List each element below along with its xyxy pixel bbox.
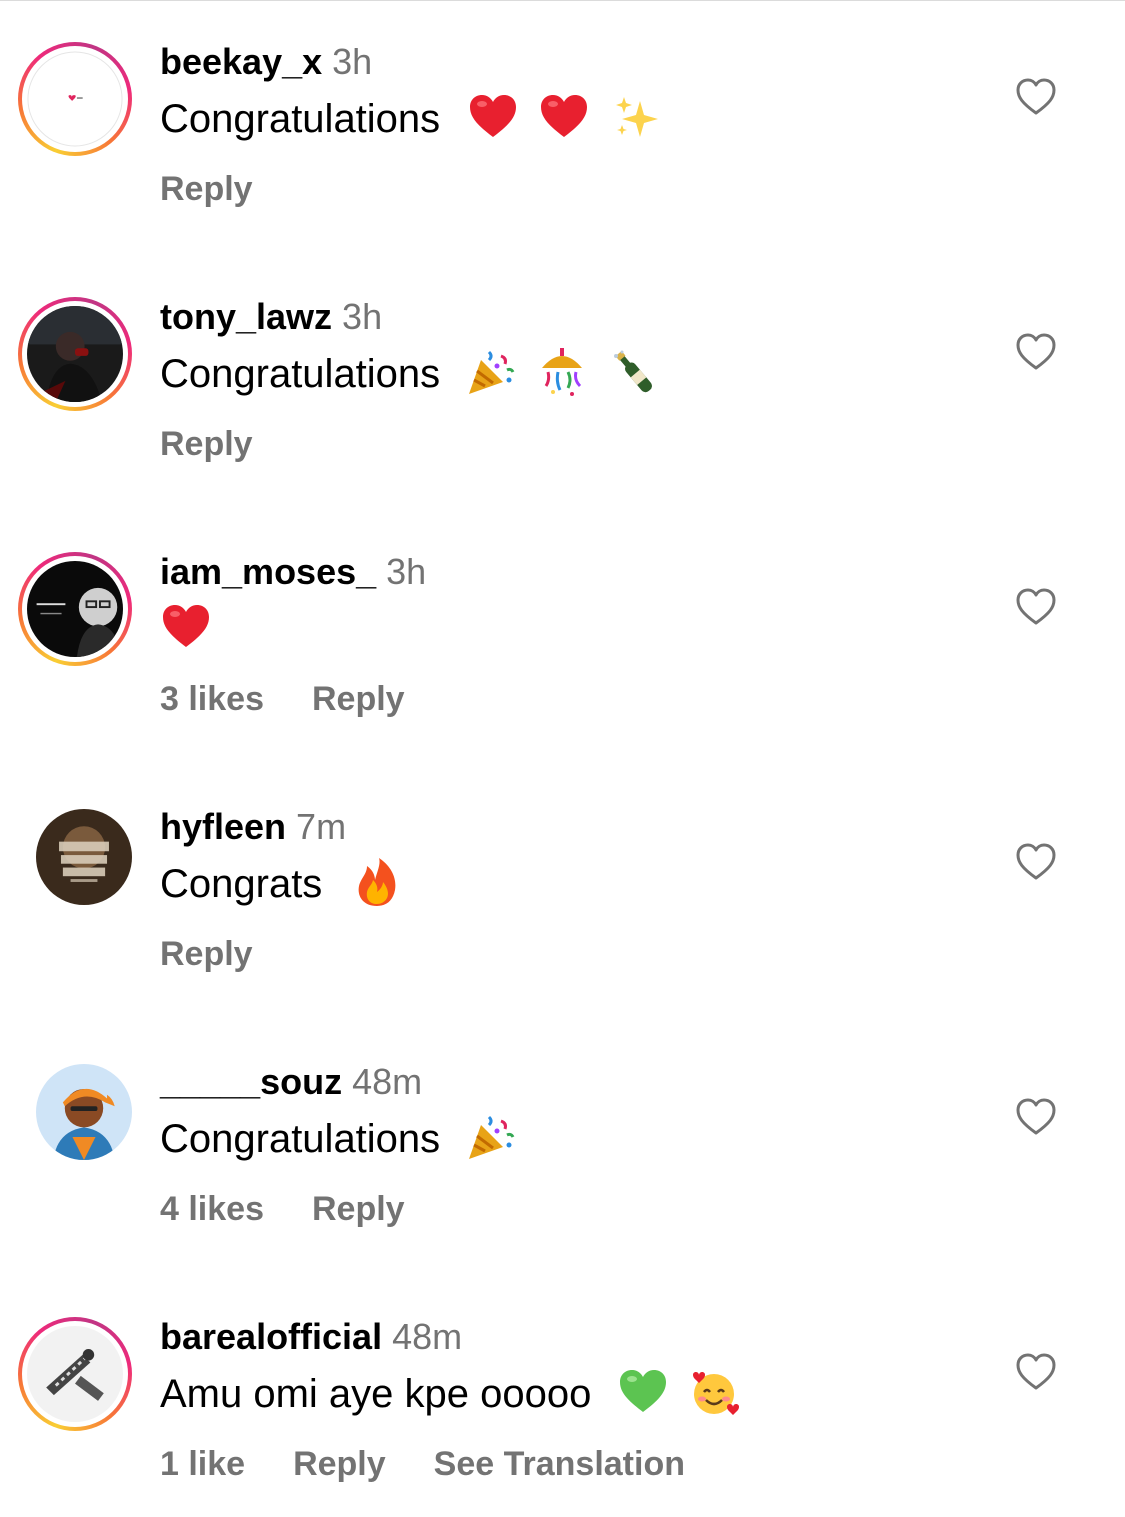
- timestamp: 48m: [352, 1061, 423, 1102]
- username[interactable]: iam_moses_: [160, 551, 376, 592]
- comment-body: Amu omi aye kpe ooooo: [160, 1372, 592, 1416]
- story-ring[interactable]: [18, 1317, 132, 1431]
- comment-text: Congratulations: [160, 1114, 517, 1167]
- username[interactable]: barealofficial: [160, 1316, 382, 1357]
- comment-actions: 3 likes Reply: [160, 678, 453, 720]
- avatar[interactable]: [27, 306, 123, 402]
- comment-actions: Reply: [160, 423, 301, 465]
- like-heart-icon[interactable]: [1016, 588, 1056, 626]
- comment-text: Congratulations: [160, 94, 662, 147]
- sparkles-icon: [610, 91, 662, 143]
- story-ring[interactable]: [18, 42, 132, 156]
- like-heart-icon[interactable]: [1016, 333, 1056, 371]
- comment-text: [160, 604, 212, 657]
- comment-actions: 1 like Reply See Translation: [160, 1443, 733, 1485]
- reply-button[interactable]: Reply: [160, 425, 253, 463]
- comment-actions: Reply: [160, 933, 301, 975]
- comment-header: tony_lawz 3h: [160, 295, 382, 339]
- comment-body: Congratulations: [160, 352, 441, 396]
- timestamp: 48m: [392, 1316, 463, 1357]
- comment-item: beekay_x 3h Congratulations Reply: [0, 40, 1125, 242]
- avatar[interactable]: [36, 1064, 132, 1160]
- party-popper-icon: [465, 346, 517, 398]
- comment-header: hyfleen 7m: [160, 805, 346, 849]
- comment-body: Congratulations: [160, 97, 441, 141]
- top-divider: [0, 0, 1125, 1]
- party-popper-icon: [465, 1111, 517, 1163]
- timestamp: 3h: [332, 41, 373, 82]
- comment-item: iam_moses_ 3h 3 likes Reply: [0, 550, 1125, 752]
- reply-button[interactable]: Reply: [312, 1190, 405, 1228]
- comment-header: beekay_x 3h: [160, 40, 372, 84]
- smiling-face-with-hearts-icon: [688, 1366, 740, 1418]
- green-heart-icon: [617, 1366, 669, 1418]
- comment-actions: Reply: [160, 168, 301, 210]
- username[interactable]: tony_lawz: [160, 296, 332, 337]
- avatar-container[interactable]: [36, 1064, 132, 1160]
- comment-text: Congratulations: [160, 346, 660, 402]
- comment-header: iam_moses_ 3h: [160, 550, 426, 594]
- likes-count[interactable]: 1 like: [160, 1445, 245, 1483]
- avatar[interactable]: [27, 1326, 123, 1422]
- comment-item: hyfleen 7m Congrats Reply: [0, 805, 1125, 1007]
- comment-item: tony_lawz 3h Congratulations Reply: [0, 295, 1125, 497]
- comment-item: barealofficial 48m Amu omi aye kpe ooooo …: [0, 1315, 1125, 1517]
- comment-actions: 4 likes Reply: [160, 1188, 453, 1230]
- likes-count[interactable]: 3 likes: [160, 680, 264, 718]
- story-ring[interactable]: [18, 552, 132, 666]
- timestamp: 7m: [296, 806, 347, 847]
- reply-button[interactable]: Reply: [312, 680, 405, 718]
- comment-header: _____souz 48m: [160, 1060, 422, 1104]
- comment-header: barealofficial 48m: [160, 1315, 462, 1359]
- comment-text: Congrats: [160, 856, 403, 912]
- reply-button[interactable]: Reply: [293, 1445, 386, 1483]
- reply-button[interactable]: Reply: [160, 935, 253, 973]
- avatar-container[interactable]: [36, 809, 132, 905]
- username[interactable]: _____souz: [160, 1061, 342, 1102]
- story-ring[interactable]: [18, 297, 132, 411]
- like-heart-icon[interactable]: [1016, 843, 1056, 881]
- like-heart-icon[interactable]: [1016, 78, 1056, 116]
- fire-icon: [351, 856, 403, 908]
- reply-button[interactable]: Reply: [160, 170, 253, 208]
- red-heart-icon: [538, 91, 590, 143]
- username[interactable]: beekay_x: [160, 41, 322, 82]
- like-heart-icon[interactable]: [1016, 1353, 1056, 1391]
- timestamp: 3h: [342, 296, 383, 337]
- avatar[interactable]: [36, 809, 132, 905]
- see-translation-button[interactable]: See Translation: [434, 1445, 685, 1483]
- comment-text: Amu omi aye kpe ooooo: [160, 1369, 740, 1422]
- confetti-ball-icon: [536, 346, 588, 398]
- likes-count[interactable]: 4 likes: [160, 1190, 264, 1228]
- champagne-icon: [608, 346, 660, 398]
- like-heart-icon[interactable]: [1016, 1098, 1056, 1136]
- avatar[interactable]: [27, 51, 123, 147]
- timestamp: 3h: [386, 551, 427, 592]
- red-heart-icon: [160, 601, 212, 653]
- comment-body: Congratulations: [160, 1117, 441, 1161]
- comment-item: _____souz 48m Congratulations 4 likes Repl…: [0, 1060, 1125, 1262]
- red-heart-icon: [467, 91, 519, 143]
- comment-body: Congrats: [160, 862, 323, 906]
- username[interactable]: hyfleen: [160, 806, 286, 847]
- avatar[interactable]: [27, 561, 123, 657]
